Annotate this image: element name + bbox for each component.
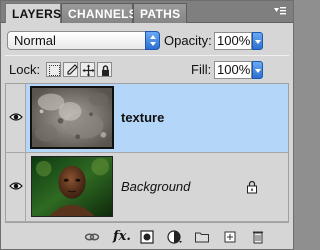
lock-image-icon[interactable] <box>63 62 78 77</box>
tab-paths[interactable]: PATHS <box>133 3 187 23</box>
new-layer-icon[interactable] <box>222 229 238 245</box>
tab-layers[interactable]: LAYERS <box>5 3 61 23</box>
trash-icon[interactable] <box>250 229 266 245</box>
layers-list: texture Background <box>5 83 289 223</box>
lock-transparent-icon[interactable] <box>46 62 61 77</box>
opacity-label: Opacity: <box>164 33 212 48</box>
opacity-dropdown-icon[interactable] <box>252 32 263 50</box>
adjustment-layer-icon[interactable] <box>166 229 182 245</box>
layers-panel: LAYERS CHANNELS PATHS Normal Opacity: 10… <box>0 0 294 250</box>
blend-mode-select[interactable]: Normal <box>7 31 160 50</box>
lock-icon <box>247 180 257 194</box>
fx-icon[interactable]: fx. <box>113 229 131 245</box>
lock-label: Lock: <box>9 62 41 77</box>
layer-name[interactable]: texture <box>121 110 164 125</box>
link-layers-icon[interactable] <box>84 229 100 245</box>
layer-thumbnail[interactable] <box>31 156 113 217</box>
blend-opacity-row: Normal Opacity: 100% <box>1 29 293 53</box>
fill-label: Fill: <box>191 62 212 77</box>
layer-name[interactable]: Background <box>121 179 190 194</box>
add-mask-icon[interactable] <box>139 229 155 245</box>
fill-input[interactable]: 100% <box>214 61 252 79</box>
lock-fill-row: Lock: Fill: 100% <box>1 58 293 82</box>
select-arrows-icon[interactable] <box>145 31 160 50</box>
tab-bar: LAYERS CHANNELS PATHS <box>1 1 293 23</box>
visibility-toggle[interactable] <box>6 84 26 152</box>
visibility-toggle[interactable] <box>6 153 26 221</box>
layer-thumbnail[interactable] <box>30 86 114 149</box>
bottom-toolbar: fx. <box>1 225 293 249</box>
layer-row-background[interactable]: Background <box>6 153 288 222</box>
lock-all-icon[interactable] <box>97 62 112 77</box>
eye-icon <box>9 182 23 190</box>
lock-position-icon[interactable] <box>80 62 95 77</box>
divider <box>5 55 289 56</box>
portrait-photo-image <box>32 157 112 216</box>
layer-row-texture[interactable]: texture <box>6 84 288 153</box>
fill-dropdown-icon[interactable] <box>252 61 263 79</box>
eye-icon <box>9 113 23 121</box>
new-group-icon[interactable] <box>194 229 210 245</box>
blend-mode-value: Normal <box>14 33 56 48</box>
tab-channels[interactable]: CHANNELS <box>61 3 137 23</box>
stone-texture-image <box>32 88 112 147</box>
opacity-input[interactable]: 100% <box>214 32 252 50</box>
panel-menu-icon[interactable] <box>273 5 287 17</box>
